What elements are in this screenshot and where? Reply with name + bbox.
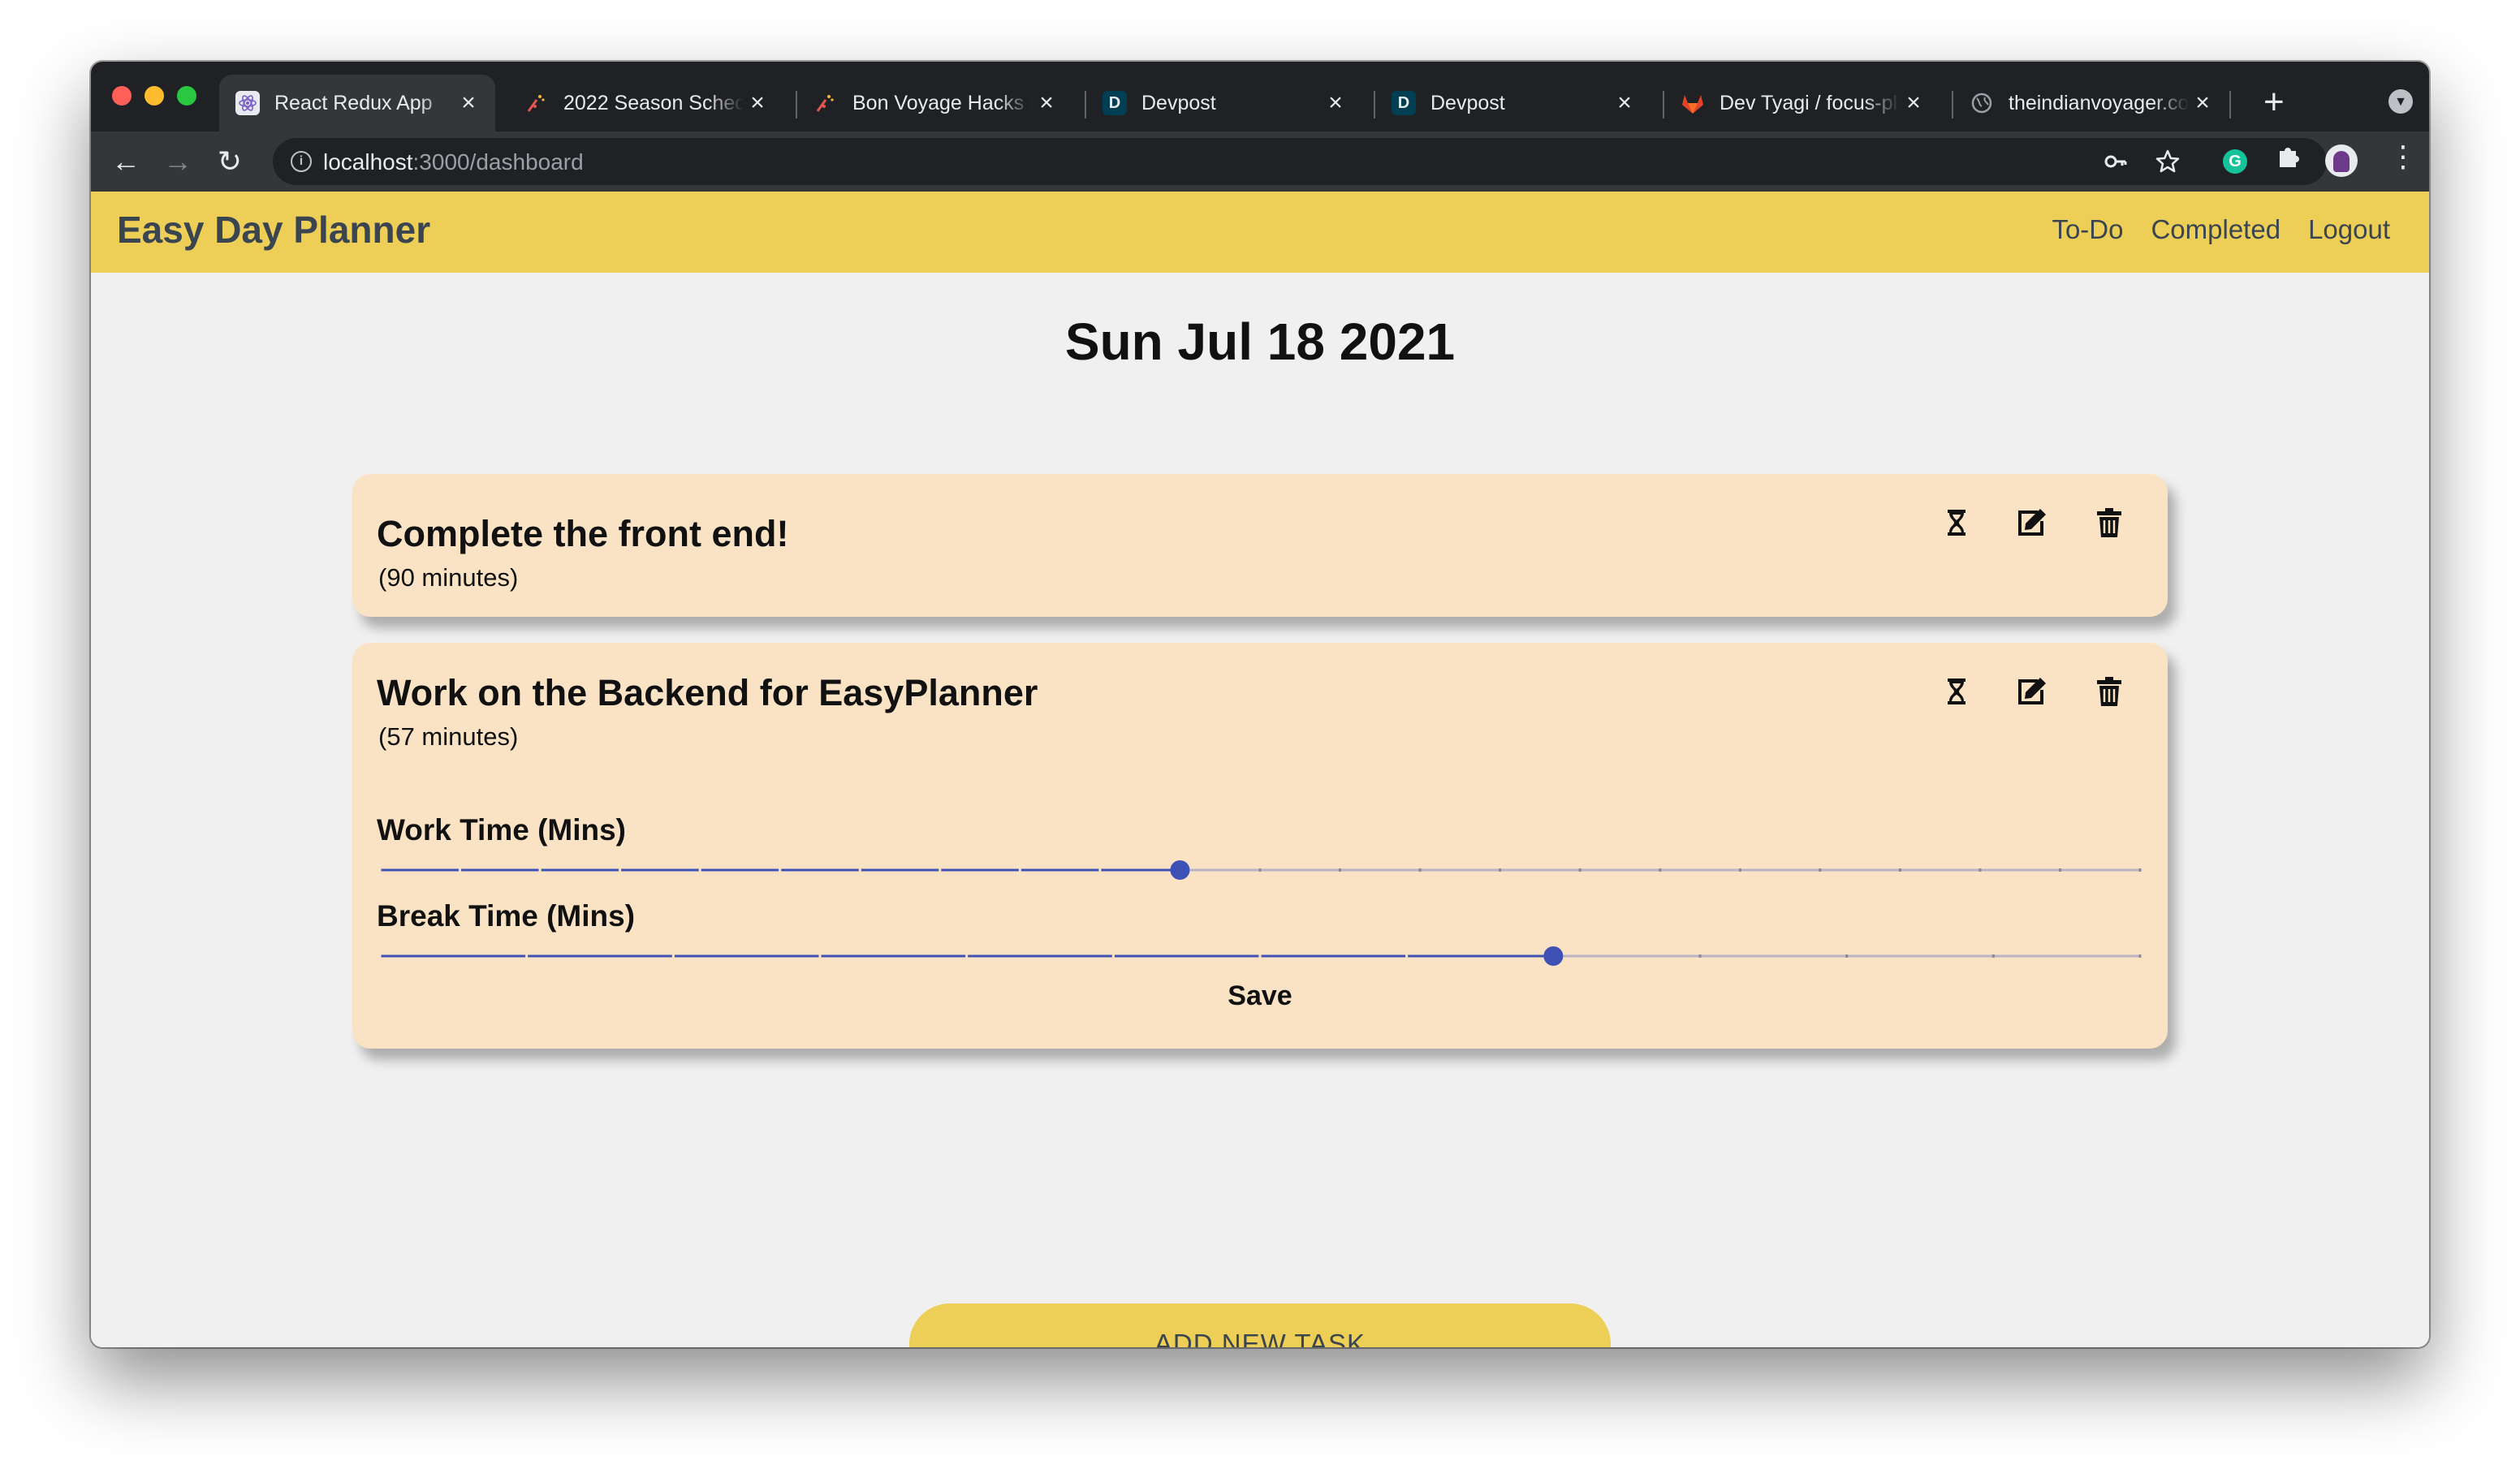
devpost-icon: D: [1392, 91, 1416, 115]
nav-link-logout[interactable]: Logout: [2308, 214, 2390, 245]
profile-avatar[interactable]: [2325, 144, 2358, 177]
break-time-slider[interactable]: [377, 941, 2143, 974]
tab-gitlab-focus[interactable]: Dev Tyagi / focus-pl ×: [1664, 75, 1940, 131]
maximize-window-button[interactable]: [177, 86, 196, 106]
key-icon[interactable]: [2103, 149, 2129, 179]
nav-link-todo[interactable]: To-Do: [2052, 214, 2123, 245]
trash-icon[interactable]: [2091, 505, 2127, 541]
minimize-window-button[interactable]: [145, 86, 164, 106]
tab-title: Dev Tyagi / focus-pl: [1720, 91, 1898, 114]
break-time-slider-track[interactable]: [377, 941, 2143, 974]
tab-title: theindianvoyager.co: [2009, 91, 2189, 114]
gitlab-icon: [1681, 91, 1705, 115]
tab-close-icon[interactable]: ×: [1322, 89, 1349, 117]
tab-close-icon[interactable]: ×: [1900, 89, 1927, 117]
browser-menu-icon[interactable]: ⋮: [2388, 140, 2418, 174]
tab-title: Devpost: [1430, 91, 1505, 114]
tab-title: Devpost: [1141, 91, 1216, 114]
task-duration: (90 minutes): [378, 563, 519, 592]
browser-toolbar: ← → ↻ i localhost:3000/dashboard G ⋮: [91, 131, 2429, 192]
add-new-task-button[interactable]: ADD NEW TASK: [909, 1303, 1611, 1347]
browser-window: React Redux App × 2022 Season Sched × Bo…: [91, 62, 2429, 1347]
trash-icon[interactable]: [2091, 674, 2127, 709]
tab-react-redux-app[interactable]: React Redux App ×: [219, 75, 495, 131]
app-navbar: Easy Day Planner To-Do Completed Logout: [91, 192, 2429, 273]
hourglass-icon[interactable]: [1939, 674, 1974, 709]
address-bar[interactable]: i localhost:3000/dashboard: [273, 138, 2327, 185]
tab-title: React Redux App: [274, 91, 433, 114]
tab-close-icon[interactable]: ×: [744, 89, 771, 117]
tab-strip: React Redux App × 2022 Season Sched × Bo…: [91, 62, 2429, 131]
bookmark-star-icon[interactable]: [2155, 149, 2181, 179]
work-time-slider[interactable]: [377, 855, 2143, 888]
site-info-icon[interactable]: i: [291, 151, 312, 172]
globe-icon: [1970, 91, 1994, 115]
react-icon: [235, 91, 260, 115]
grammarly-extension-icon[interactable]: G: [2223, 149, 2247, 174]
app-nav-links: To-Do Completed Logout: [2052, 214, 2390, 245]
save-button[interactable]: Save: [352, 980, 2168, 1012]
tab-devpost-1[interactable]: D Devpost ×: [1086, 75, 1362, 131]
task-title: Complete the front end!: [377, 513, 789, 554]
close-window-button[interactable]: [112, 86, 132, 106]
work-slider-thumb[interactable]: [1170, 860, 1190, 880]
back-arrow-icon[interactable]: ←: [106, 141, 146, 182]
rocket-icon: [813, 91, 838, 115]
task-card: Complete the front end! (90 minutes): [352, 474, 2168, 617]
app-brand[interactable]: Easy Day Planner: [117, 208, 430, 252]
break-time-label: Break Time (Mins): [377, 899, 636, 933]
tab-season-schedule[interactable]: 2022 Season Sched ×: [508, 75, 784, 131]
url-host: localhost: [323, 149, 413, 174]
tab-title: 2022 Season Sched: [563, 91, 744, 114]
edit-pencil-icon[interactable]: [2013, 505, 2049, 541]
hourglass-icon[interactable]: [1939, 505, 1974, 541]
rocket-icon: [524, 91, 549, 115]
forward-arrow-icon[interactable]: →: [158, 141, 198, 182]
tab-close-icon[interactable]: ×: [1611, 89, 1638, 117]
task-duration: (57 minutes): [378, 722, 519, 751]
tab-search-chevron-icon[interactable]: ▼: [2388, 89, 2413, 114]
tab-close-icon[interactable]: ×: [455, 89, 482, 117]
tab-bon-voyage-hacks[interactable]: Bon Voyage Hacks | ×: [797, 75, 1073, 131]
extensions-puzzle-icon[interactable]: [2275, 143, 2302, 178]
break-slider-thumb[interactable]: [1543, 946, 1564, 966]
address-url[interactable]: localhost:3000/dashboard: [323, 149, 584, 175]
tab-close-icon[interactable]: ×: [2189, 89, 2216, 117]
work-time-slider-track[interactable]: [377, 855, 2143, 888]
url-path: :3000/dashboard: [412, 149, 584, 174]
date-heading: Sun Jul 18 2021: [1064, 312, 1456, 371]
tab-separator: [2229, 91, 2231, 118]
tab-theindianvoyager[interactable]: theindianvoyager.co ×: [1953, 75, 2229, 131]
app-root: Easy Day Planner To-Do Completed Logout …: [91, 192, 2429, 1347]
edit-pencil-icon[interactable]: [2013, 674, 2049, 709]
task-card-editing: Work on the Backend for EasyPlanner (57 …: [352, 643, 2168, 1049]
work-time-label: Work Time (Mins): [377, 813, 627, 847]
nav-link-completed[interactable]: Completed: [2151, 214, 2281, 245]
tab-close-icon[interactable]: ×: [1033, 89, 1060, 117]
new-tab-plus-icon[interactable]: +: [2263, 81, 2285, 123]
task-title: Work on the Backend for EasyPlanner: [377, 672, 1038, 713]
tab-title: Bon Voyage Hacks |: [852, 91, 1033, 114]
reload-icon[interactable]: ↻: [209, 141, 250, 182]
devpost-icon: D: [1102, 91, 1127, 115]
tab-devpost-2[interactable]: D Devpost ×: [1375, 75, 1651, 131]
